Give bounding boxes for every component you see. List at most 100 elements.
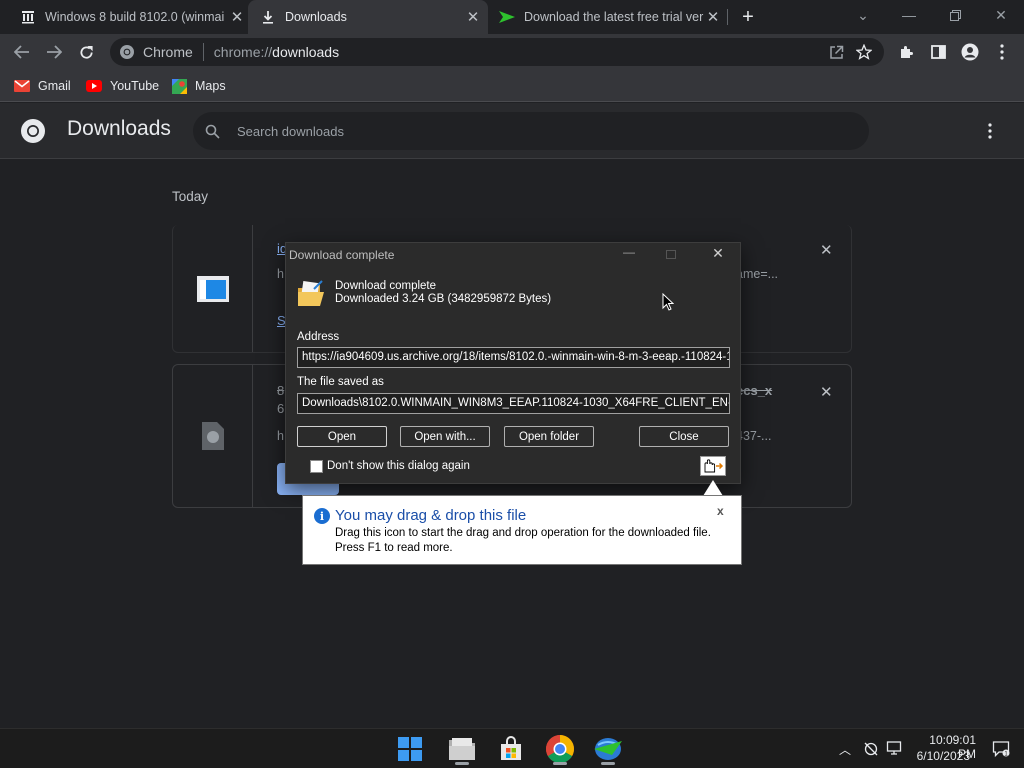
omnibox-divider <box>202 43 204 61</box>
download-url: h <box>277 267 284 281</box>
search-input[interactable]: Search downloads <box>237 124 344 139</box>
bookmark-youtube[interactable]: YouTube <box>86 76 159 96</box>
active-indicator <box>553 762 567 765</box>
reload-button[interactable] <box>72 38 100 66</box>
remove-item-icon[interactable]: ✕ <box>820 241 833 259</box>
search-downloads-field[interactable]: Search downloads <box>193 112 869 150</box>
download-filename-line2: 6 <box>277 401 285 416</box>
tab-title: Windows 8 build 8102.0 (winmai <box>45 10 225 24</box>
tooltip-pointer <box>703 480 723 496</box>
active-indicator <box>455 762 469 765</box>
download-filename-tail: ecs_x <box>736 383 773 398</box>
tooltip-line2: Press F1 to read more. <box>335 542 453 554</box>
notifications-icon[interactable]: 1 <box>992 740 1010 758</box>
search-icon <box>205 124 221 139</box>
tab-separator <box>727 9 728 25</box>
download-url-tail: 437-... <box>736 429 772 443</box>
dialog-minimize-button[interactable]: — <box>619 245 639 265</box>
dialog-heading: Download complete <box>335 280 437 292</box>
bookmark-label: Maps <box>195 79 226 93</box>
drag-drop-icon[interactable] <box>700 456 726 476</box>
download-url: h <box>277 429 284 443</box>
dialog-title: Download complete <box>289 248 395 262</box>
extensions-icon[interactable] <box>892 38 920 66</box>
chrome-logo-icon <box>20 118 46 144</box>
file-icon-column <box>173 365 253 507</box>
forward-button[interactable] <box>40 38 68 66</box>
idm-taskbar-button[interactable] <box>590 733 626 765</box>
start-button[interactable] <box>392 733 428 765</box>
tooltip-line1: Drag this icon to start the drag and dro… <box>335 527 711 539</box>
open-folder-button[interactable]: Open folder <box>504 426 594 447</box>
dialog-size-text: Downloaded 3.24 GB (3482959872 Bytes) <box>335 293 552 305</box>
tab-title: Downloads <box>285 10 347 24</box>
close-window-button[interactable]: ✕ <box>978 0 1024 30</box>
tab-archive[interactable]: Windows 8 build 8102.0 (winmai ✕ <box>10 0 246 34</box>
chrome-taskbar-button[interactable] <box>542 733 578 765</box>
file-explorer-button[interactable] <box>444 733 480 765</box>
close-tab-icon[interactable]: ✕ <box>228 8 246 26</box>
tooltip-close-button[interactable]: x <box>717 504 724 518</box>
chrome-icon <box>119 44 135 60</box>
monitor-icon[interactable] <box>886 740 902 756</box>
section-today: Today <box>172 189 209 204</box>
profile-avatar-icon[interactable] <box>956 38 984 66</box>
tab-downloads[interactable]: Downloads ✕ <box>248 0 488 34</box>
dont-show-label: Don't show this dialog again <box>327 460 470 472</box>
omnibox-url-scheme: chrome:// <box>213 44 273 60</box>
downloads-header: Downloads Search downloads <box>0 103 1024 159</box>
dont-show-checkbox[interactable] <box>310 460 323 473</box>
bookmark-star-icon[interactable] <box>850 44 878 60</box>
remove-item-icon[interactable]: ✕ <box>820 383 833 401</box>
maps-icon <box>172 78 187 94</box>
folder-icon <box>296 279 326 309</box>
saved-as-field[interactable]: Downloads\8102.0.WINMAIN_WIN8M3_EEAP.110… <box>297 393 730 414</box>
bookmark-gmail[interactable]: Gmail <box>14 76 71 96</box>
open-button[interactable]: Open <box>297 426 387 447</box>
show-hidden-icons-icon[interactable]: ︿ <box>839 741 851 758</box>
idm-icon <box>592 735 624 763</box>
dialog-close-button[interactable]: ✕ <box>708 245 728 265</box>
menu-kebab-icon[interactable] <box>988 38 1016 66</box>
tab-title: Download the latest free trial ver <box>524 10 704 24</box>
start-icon <box>397 736 423 762</box>
address-label: Address <box>297 331 340 343</box>
browser-toolbar: Chrome chrome:// downloads <box>0 34 1024 70</box>
minimize-button[interactable]: — <box>886 0 932 30</box>
bookmark-label: YouTube <box>110 79 160 93</box>
restore-button[interactable] <box>932 0 978 30</box>
bookmark-label: Gmail <box>38 79 71 93</box>
more-actions-icon[interactable] <box>986 123 994 139</box>
address-field[interactable]: https://ia904609.us.archive.org/18/items… <box>297 347 730 368</box>
back-button[interactable] <box>8 38 36 66</box>
taskbar: ︿ 10:09:01 PM 6/10/2023 1 <box>0 728 1024 768</box>
saved-as-label: The file saved as <box>297 376 384 388</box>
bookmarks-bar: Gmail YouTube Maps <box>0 70 1024 102</box>
tab-search-icon[interactable]: ⌄ <box>840 0 886 30</box>
network-icon[interactable] <box>863 741 879 757</box>
store-button[interactable] <box>493 733 529 765</box>
tooltip-title: You may drag & drop this file <box>335 507 527 524</box>
download-url-tail: ame=... <box>736 267 779 281</box>
archive-icon <box>20 9 36 25</box>
close-button[interactable]: Close <box>639 426 729 447</box>
mouse-cursor-icon <box>662 292 675 311</box>
close-tab-icon[interactable]: ✕ <box>464 8 482 26</box>
idm-icon <box>498 9 516 25</box>
side-panel-icon[interactable] <box>924 38 952 66</box>
dialog-maximize-button <box>666 250 676 259</box>
share-icon[interactable] <box>822 45 850 60</box>
file-explorer-icon <box>447 736 477 762</box>
file-icon-column <box>173 225 253 352</box>
close-tab-icon[interactable]: ✕ <box>704 8 722 26</box>
gmail-icon <box>14 80 30 92</box>
tab-idm[interactable]: Download the latest free trial ver ✕ <box>490 0 722 34</box>
clock-date[interactable]: 6/10/2023 <box>912 749 970 763</box>
drag-drop-tooltip: i You may drag & drop this file Drag thi… <box>302 495 742 565</box>
bookmark-maps[interactable]: Maps <box>172 76 226 96</box>
download-icon <box>260 9 276 25</box>
tab-strip: Windows 8 build 8102.0 (winmai ✕ Downloa… <box>0 0 1024 34</box>
address-bar[interactable]: Chrome chrome:// downloads <box>110 38 884 66</box>
new-tab-button[interactable]: + <box>736 5 760 29</box>
open-with-button[interactable]: Open with... <box>400 426 490 447</box>
